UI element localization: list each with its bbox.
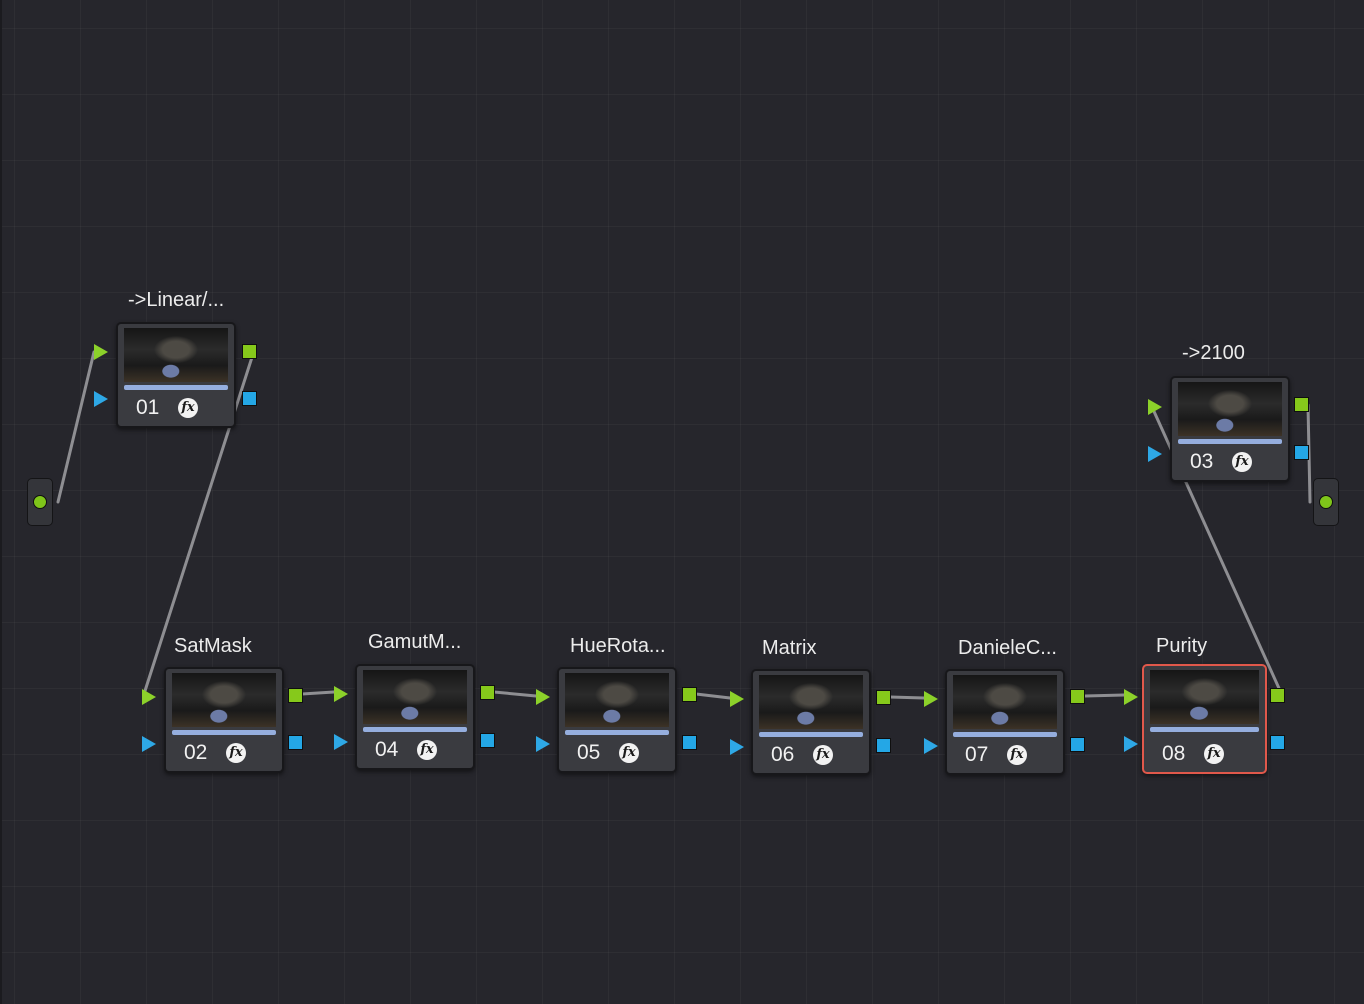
node-number: 08 — [1162, 742, 1186, 765]
node-number: 06 — [771, 743, 795, 766]
node-08-alpha-output[interactable] — [1270, 735, 1285, 750]
node-04-rgb-input[interactable] — [334, 686, 348, 702]
node-number: 01 — [136, 396, 160, 419]
node-label-08: Purity — [1156, 635, 1208, 657]
node-thumbnail — [1150, 670, 1259, 724]
fx-icon[interactable]: fx — [1204, 744, 1224, 764]
node-01-alpha-output[interactable] — [242, 391, 257, 406]
node-06-rgb-input[interactable] — [730, 691, 744, 707]
fx-icon[interactable]: fx — [619, 743, 639, 763]
node-thumbnail — [953, 675, 1057, 729]
node-06[interactable]: 06 fx — [751, 669, 871, 775]
wire-07-to-08[interactable] — [1083, 693, 1126, 698]
node-thumbnail — [1178, 382, 1282, 436]
node-07-rgb-input[interactable] — [924, 691, 938, 707]
node-06-alpha-input[interactable] — [730, 739, 744, 755]
node-label-06: Matrix — [762, 637, 817, 659]
node-graph-canvas[interactable]: ->Linear/... 01 fx SatMask 02 fx GamutM.… — [0, 0, 1364, 1004]
node-02-rgb-output[interactable] — [288, 688, 303, 703]
node-07[interactable]: 07 fx — [945, 669, 1065, 775]
node-status-bar — [565, 730, 669, 735]
node-05-rgb-input[interactable] — [536, 689, 550, 705]
node-number: 04 — [375, 738, 399, 761]
node-03[interactable]: 03 fx — [1170, 376, 1290, 482]
node-07-rgb-output[interactable] — [1070, 689, 1085, 704]
fx-icon[interactable]: fx — [1007, 745, 1027, 765]
node-status-bar — [172, 730, 276, 735]
node-06-alpha-output[interactable] — [876, 738, 891, 753]
node-03-alpha-input[interactable] — [1148, 446, 1162, 462]
node-04[interactable]: 04 fx — [355, 664, 475, 770]
node-status-bar — [759, 732, 863, 737]
node-05-alpha-output[interactable] — [682, 735, 697, 750]
output-terminal-icon[interactable] — [1319, 495, 1333, 509]
node-status-bar — [1178, 439, 1282, 444]
node-label-04: GamutM... — [368, 631, 462, 653]
wire-source-to-01[interactable] — [56, 350, 96, 504]
node-number: 03 — [1190, 450, 1214, 473]
node-08-rgb-output[interactable] — [1270, 688, 1285, 703]
node-status-bar — [363, 727, 467, 732]
node-02[interactable]: 02 fx — [164, 667, 284, 773]
node-status-bar — [124, 385, 228, 390]
node-status-bar — [953, 732, 1057, 737]
node-number: 07 — [965, 743, 989, 766]
node-01-alpha-input[interactable] — [94, 391, 108, 407]
wire-02-to-04[interactable] — [300, 690, 336, 696]
node-04-alpha-input[interactable] — [334, 734, 348, 750]
node-05-rgb-output[interactable] — [682, 687, 697, 702]
node-05[interactable]: 05 fx — [557, 667, 677, 773]
node-status-bar — [1150, 727, 1259, 732]
wire-06-to-07[interactable] — [888, 695, 926, 700]
fx-icon[interactable]: fx — [813, 745, 833, 765]
node-06-rgb-output[interactable] — [876, 690, 891, 705]
node-label-05: HueRota... — [570, 635, 666, 657]
node-03-alpha-output[interactable] — [1294, 445, 1309, 460]
node-01[interactable]: 01 fx — [116, 322, 236, 428]
node-01-rgb-output[interactable] — [242, 344, 257, 359]
wire-05-to-06[interactable] — [694, 692, 732, 700]
fx-icon[interactable]: fx — [417, 740, 437, 760]
node-08[interactable]: 08 fx — [1142, 664, 1267, 774]
node-01-rgb-input[interactable] — [94, 344, 108, 360]
node-label-01: ->Linear/... — [128, 289, 225, 311]
node-03-rgb-input[interactable] — [1148, 399, 1162, 415]
node-03-rgb-output[interactable] — [1294, 397, 1309, 412]
node-02-rgb-input[interactable] — [142, 689, 156, 705]
node-05-alpha-input[interactable] — [536, 736, 550, 752]
node-04-rgb-output[interactable] — [480, 685, 495, 700]
node-number: 05 — [577, 741, 601, 764]
node-label-07: DanieleC... — [958, 637, 1057, 659]
node-08-alpha-input[interactable] — [1124, 736, 1138, 752]
source-input-icon[interactable] — [33, 495, 47, 509]
node-thumbnail — [363, 670, 467, 724]
connection-wires — [56, 349, 1312, 700]
source-input-terminal[interactable] — [27, 478, 53, 526]
node-07-alpha-input[interactable] — [924, 738, 938, 754]
node-number: 02 — [184, 741, 208, 764]
node-02-alpha-output[interactable] — [288, 735, 303, 750]
fx-icon[interactable]: fx — [226, 743, 246, 763]
node-08-rgb-input[interactable] — [1124, 689, 1138, 705]
node-04-alpha-output[interactable] — [480, 733, 495, 748]
fx-icon[interactable]: fx — [178, 398, 198, 418]
node-thumbnail — [124, 328, 228, 382]
node-label-03: ->2100 — [1182, 342, 1245, 364]
fx-icon[interactable]: fx — [1232, 452, 1252, 472]
node-label-02: SatMask — [174, 635, 252, 657]
node-thumbnail — [565, 673, 669, 727]
node-02-alpha-input[interactable] — [142, 736, 156, 752]
node-thumbnail — [172, 673, 276, 727]
node-07-alpha-output[interactable] — [1070, 737, 1085, 752]
wire-04-to-05[interactable] — [492, 690, 538, 698]
node-thumbnail — [759, 675, 863, 729]
output-terminal[interactable] — [1313, 478, 1339, 526]
